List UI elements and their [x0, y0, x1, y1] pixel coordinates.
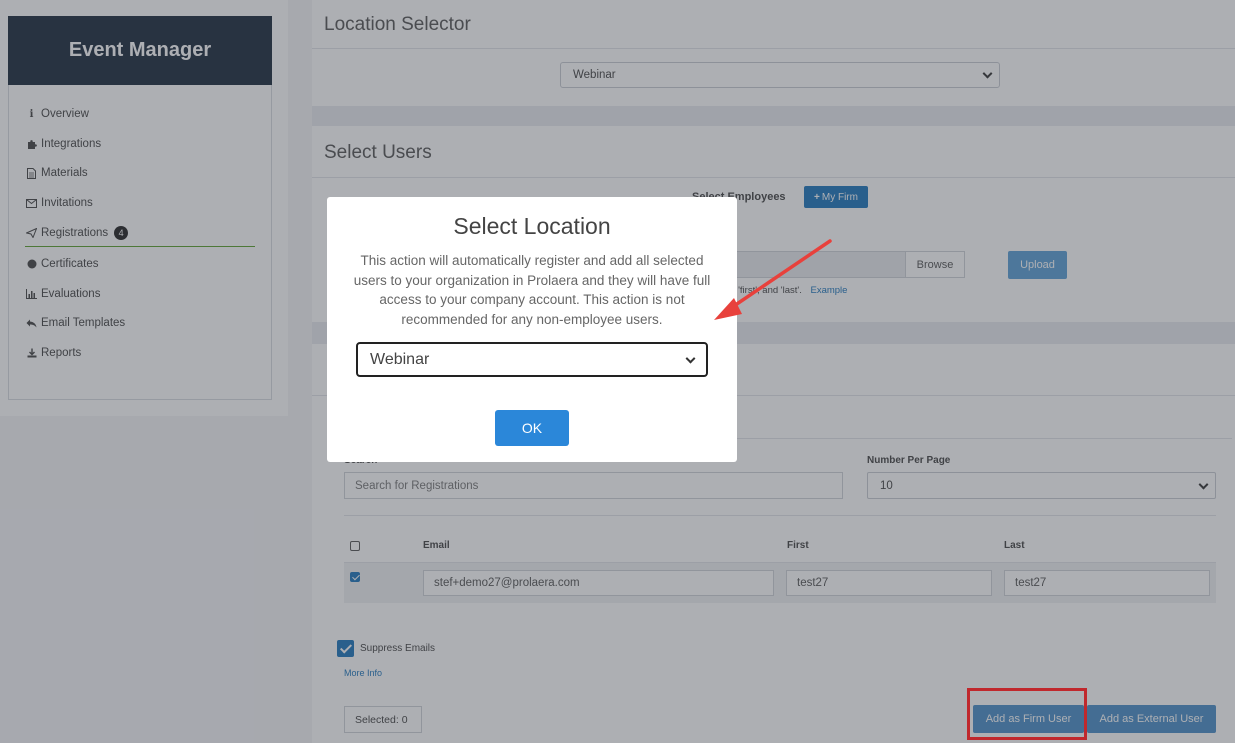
annotation-arrow-icon: [714, 239, 832, 320]
